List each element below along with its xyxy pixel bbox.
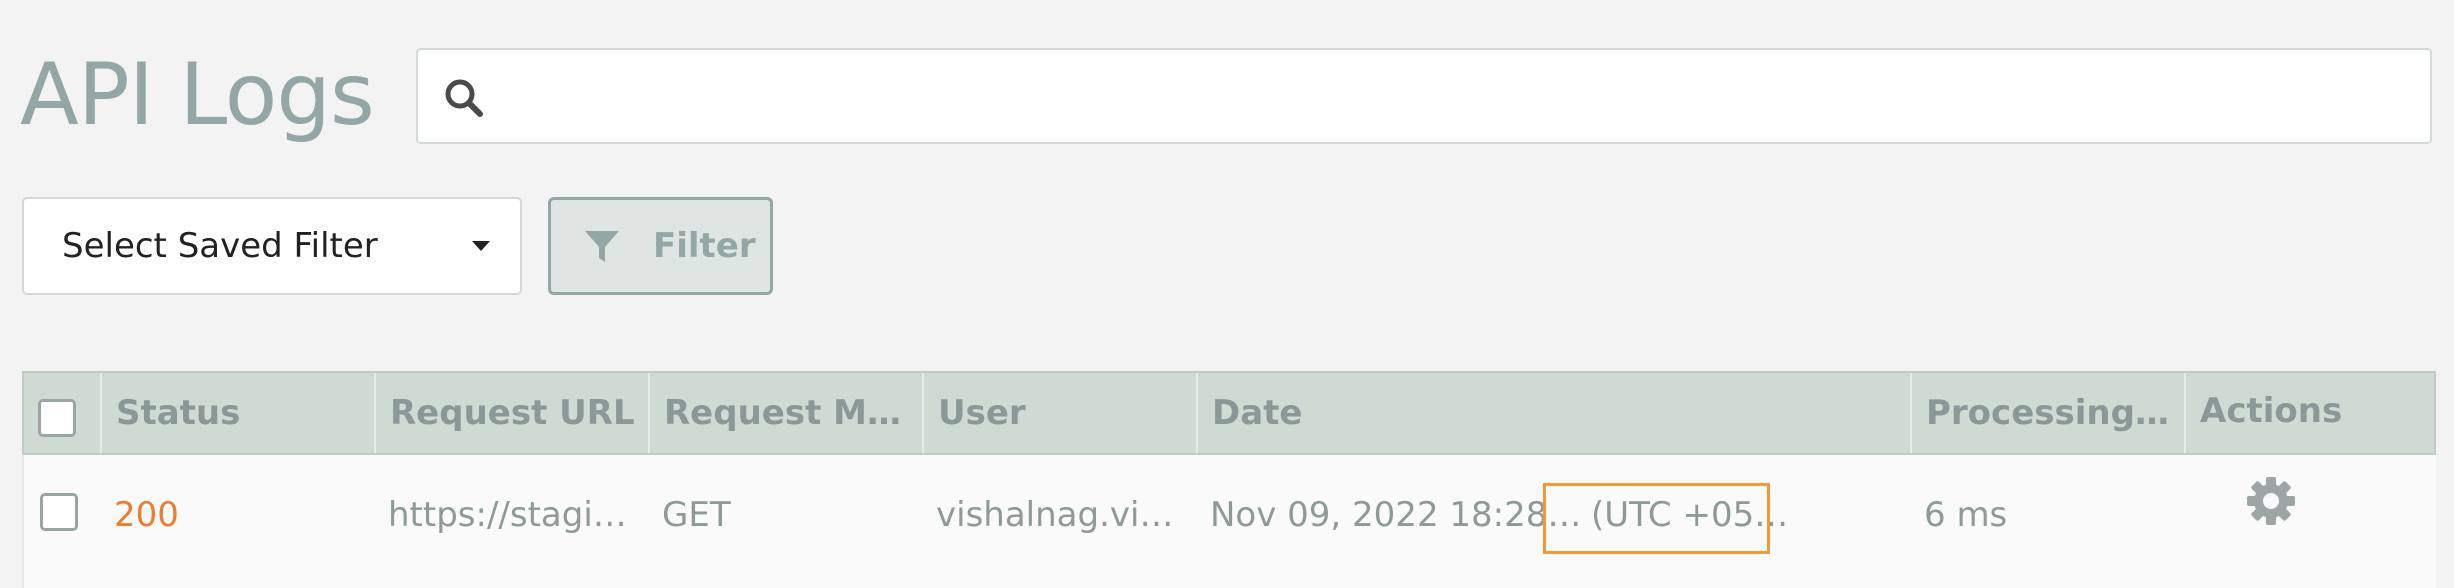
table-row[interactable]: 200 https://stagin... GET vishalnag.vitt… — [22, 455, 2436, 588]
search-box[interactable] — [416, 48, 2432, 144]
column-header-actions: Actions — [2184, 373, 2434, 453]
row-checkbox[interactable] — [40, 493, 78, 531]
request-url-cell: https://stagin... — [388, 495, 647, 535]
date-cell: Nov 09, 2022 18:28:26 — [1210, 495, 1586, 535]
column-header-processing-time[interactable]: Processing T... — [1910, 373, 2184, 453]
gear-icon[interactable] — [2245, 475, 2297, 527]
saved-filter-select[interactable]: Select Saved Filter — [22, 197, 522, 295]
logs-table: Status Request URL Request Me... User Da… — [22, 371, 2436, 588]
saved-filter-label: Select Saved Filter — [62, 226, 378, 266]
page-title: API Logs — [20, 45, 375, 145]
processing-time-cell: 6 ms — [1924, 495, 2008, 535]
column-header-request-url[interactable]: Request URL — [374, 373, 648, 453]
timezone-cell: (UTC +05:30) — [1591, 495, 1809, 535]
column-header-date[interactable]: Date — [1196, 373, 1910, 453]
select-all-checkbox[interactable] — [38, 399, 76, 437]
column-header-request-method[interactable]: Request Me... — [648, 373, 922, 453]
column-header-user[interactable]: User — [922, 373, 1196, 453]
request-method-cell: GET — [662, 495, 731, 535]
select-all-cell — [24, 373, 98, 453]
funnel-icon — [585, 231, 619, 262]
filter-button-label: Filter — [653, 226, 756, 266]
column-header-status[interactable]: Status — [100, 373, 374, 453]
status-cell: 200 — [114, 495, 179, 535]
filter-button[interactable]: Filter — [548, 197, 773, 295]
search-input[interactable] — [508, 50, 2412, 144]
user-cell: vishalnag.vitt... — [936, 495, 1196, 535]
table-header: Status Request URL Request Me... User Da… — [22, 371, 2436, 455]
caret-down-icon — [472, 241, 490, 251]
search-icon — [445, 79, 483, 117]
